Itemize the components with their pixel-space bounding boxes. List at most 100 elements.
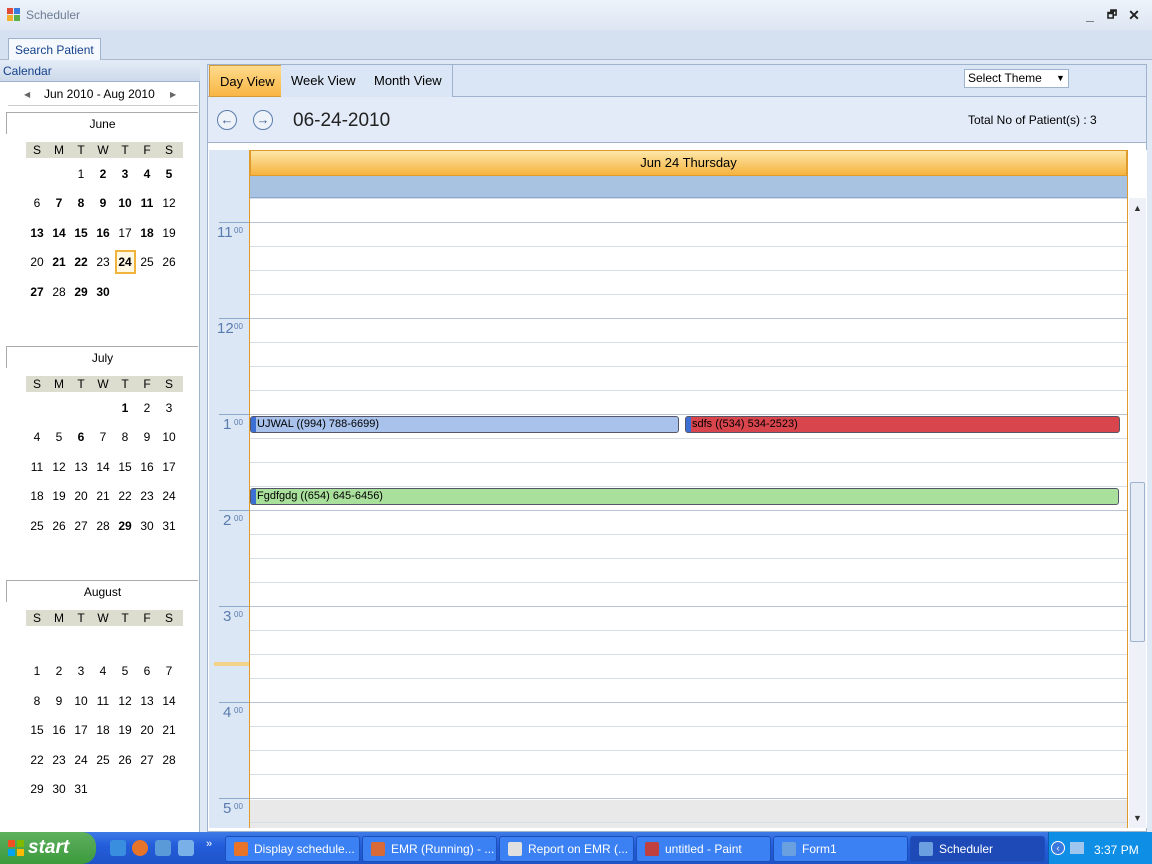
- minimize-button[interactable]: _: [1080, 5, 1100, 25]
- calendar-day[interactable]: 4: [92, 664, 114, 678]
- calendar-day[interactable]: 11: [136, 196, 158, 210]
- taskbar-item[interactable]: EMR (Running) - ...: [362, 836, 497, 862]
- chevron-down-icon[interactable]: ▼: [1056, 73, 1065, 83]
- calendar-day[interactable]: 18: [136, 226, 158, 240]
- calendar-day[interactable]: 8: [114, 430, 136, 444]
- calendar-day[interactable]: 23: [136, 489, 158, 503]
- close-button[interactable]: ✕: [1124, 5, 1144, 25]
- firefox-icon[interactable]: [132, 840, 148, 856]
- calendar-day[interactable]: 10: [70, 694, 92, 708]
- calendar-day[interactable]: 1: [70, 167, 92, 181]
- calendar-day[interactable]: 24: [158, 489, 180, 503]
- calendar-day[interactable]: 26: [114, 753, 136, 767]
- taskbar-item[interactable]: Form1: [773, 836, 908, 862]
- theme-select[interactable]: Select Theme: [964, 69, 1069, 88]
- scroll-up-icon[interactable]: ▲: [1133, 203, 1142, 213]
- calendar-day[interactable]: 17: [70, 723, 92, 737]
- calendar-day[interactable]: 26: [48, 519, 70, 533]
- calendar-day[interactable]: 4: [136, 167, 158, 181]
- calendar-day[interactable]: 30: [48, 782, 70, 796]
- calendar-day[interactable]: 2: [136, 401, 158, 415]
- calendar-day[interactable]: 13: [26, 226, 48, 240]
- calendar-day[interactable]: 30: [136, 519, 158, 533]
- tab-week-view[interactable]: Week View: [281, 65, 367, 97]
- calendar-day[interactable]: 12: [114, 694, 136, 708]
- calendar-day[interactable]: 7: [48, 196, 70, 210]
- calendar-day[interactable]: 30: [92, 285, 114, 299]
- vs-icon[interactable]: [178, 840, 194, 856]
- next-month-icon[interactable]: ▶: [170, 90, 176, 99]
- appointment-ujwal[interactable]: UJWAL ((994) 788-6699): [250, 416, 679, 433]
- calendar-day[interactable]: 29: [70, 285, 92, 299]
- scroll-down-icon[interactable]: ▼: [1133, 813, 1142, 823]
- taskbar-item[interactable]: untitled - Paint: [636, 836, 771, 862]
- calendar-day[interactable]: 23: [92, 255, 114, 269]
- calendar-day[interactable]: 3: [158, 401, 180, 415]
- time-slots[interactable]: [250, 198, 1127, 828]
- calendar-day[interactable]: 9: [92, 196, 114, 210]
- calendar-day[interactable]: 4: [26, 430, 48, 444]
- calendar-day[interactable]: 14: [48, 226, 70, 240]
- calendar-day[interactable]: 20: [26, 255, 48, 269]
- tab-month-view[interactable]: Month View: [364, 65, 453, 97]
- calendar-day[interactable]: 25: [136, 255, 158, 269]
- all-day-row[interactable]: [250, 176, 1127, 198]
- calendar-day[interactable]: 5: [158, 167, 180, 181]
- calendar-day[interactable]: 27: [70, 519, 92, 533]
- calendar-day[interactable]: 24: [70, 753, 92, 767]
- calendar-day[interactable]: 31: [70, 782, 92, 796]
- calendar-day[interactable]: 26: [158, 255, 180, 269]
- calendar-day[interactable]: 21: [158, 723, 180, 737]
- calendar-day[interactable]: 6: [136, 664, 158, 678]
- chevron-right-icon[interactable]: »: [206, 838, 212, 850]
- calendar-day[interactable]: 8: [26, 694, 48, 708]
- calendar-day[interactable]: 27: [136, 753, 158, 767]
- calendar-day[interactable]: 18: [92, 723, 114, 737]
- calendar-day[interactable]: 13: [70, 460, 92, 474]
- maximize-button[interactable]: 🗗: [1102, 5, 1122, 25]
- chevron-left-icon[interactable]: ‹: [1051, 841, 1065, 855]
- calendar-day[interactable]: 15: [114, 460, 136, 474]
- appointment-sdfs[interactable]: sdfs ((534) 534-2523): [685, 416, 1120, 433]
- tab-day-view[interactable]: Day View: [209, 65, 286, 97]
- calendar-day[interactable]: 22: [26, 753, 48, 767]
- calendar-day[interactable]: 16: [48, 723, 70, 737]
- calendar-day[interactable]: 21: [48, 255, 70, 269]
- calendar-day[interactable]: 11: [26, 460, 48, 474]
- calendar-day[interactable]: 3: [114, 167, 136, 181]
- calendar-day[interactable]: 25: [26, 519, 48, 533]
- calendar-day[interactable]: 20: [136, 723, 158, 737]
- calendar-day[interactable]: 14: [158, 694, 180, 708]
- appointment-fgdfgdg[interactable]: Fgdfgdg ((654) 645-6456): [250, 488, 1119, 505]
- calendar-day[interactable]: 19: [48, 489, 70, 503]
- scroll-thumb[interactable]: [1130, 482, 1145, 642]
- calendar-day[interactable]: 13: [136, 694, 158, 708]
- calendar-day[interactable]: 15: [70, 226, 92, 240]
- calendar-day[interactable]: 21: [92, 489, 114, 503]
- calendar-day[interactable]: 19: [114, 723, 136, 737]
- calendar-day[interactable]: 1: [114, 401, 136, 415]
- calendar-day[interactable]: 1: [26, 664, 48, 678]
- next-day-button[interactable]: →: [253, 110, 273, 130]
- calendar-day[interactable]: 22: [70, 255, 92, 269]
- calendar-day[interactable]: 18: [26, 489, 48, 503]
- calendar-day[interactable]: 29: [26, 782, 48, 796]
- prev-day-button[interactable]: ←: [217, 110, 237, 130]
- calendar-day[interactable]: 11: [92, 694, 114, 708]
- network-icon[interactable]: [1070, 842, 1084, 854]
- desktop-icon[interactable]: [155, 840, 171, 856]
- taskbar-item[interactable]: Display schedule...: [225, 836, 360, 862]
- calendar-day[interactable]: 7: [92, 430, 114, 444]
- calendar-day[interactable]: 17: [158, 460, 180, 474]
- taskbar-item[interactable]: Scheduler: [910, 836, 1045, 862]
- calendar-day[interactable]: 12: [158, 196, 180, 210]
- calendar-day[interactable]: 7: [158, 664, 180, 678]
- calendar-day[interactable]: 28: [158, 753, 180, 767]
- calendar-day[interactable]: 22: [114, 489, 136, 503]
- calendar-day[interactable]: 19: [158, 226, 180, 240]
- calendar-day[interactable]: 10: [114, 196, 136, 210]
- calendar-day[interactable]: 6: [70, 430, 92, 444]
- calendar-day[interactable]: 3: [70, 664, 92, 678]
- calendar-day[interactable]: 5: [48, 430, 70, 444]
- calendar-day[interactable]: 15: [26, 723, 48, 737]
